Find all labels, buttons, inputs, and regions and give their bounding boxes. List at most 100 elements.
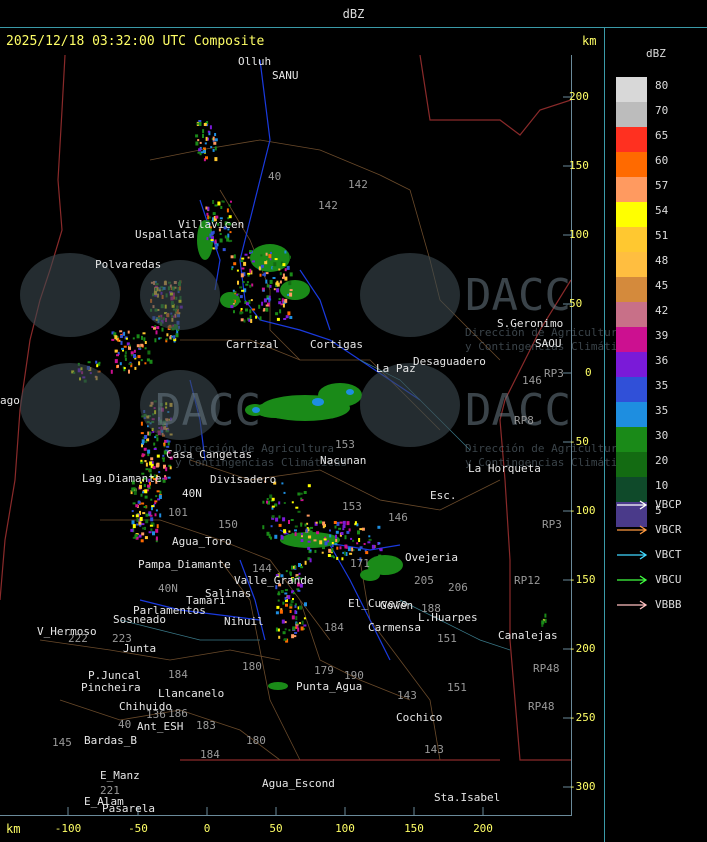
echo-pixel	[259, 273, 262, 277]
echo-pixel	[313, 539, 317, 542]
echo-pixel	[289, 255, 291, 259]
x-tick: 150	[404, 822, 424, 835]
echo-pixel	[145, 440, 148, 443]
echo-pixel	[358, 538, 361, 542]
echo-pixel	[140, 432, 144, 435]
echo-pixel	[137, 500, 141, 504]
echo-pixel	[139, 484, 142, 489]
echo-pixel	[131, 487, 135, 492]
echo-pixel	[294, 603, 297, 606]
echo-pixel	[329, 534, 332, 538]
echo-pixel	[230, 305, 234, 309]
echo-pixel	[283, 502, 286, 504]
echo-pixel	[136, 523, 139, 526]
echo-pixel	[96, 364, 99, 368]
echo-pixel	[340, 532, 344, 535]
echo-pixel	[283, 529, 287, 534]
echo-pixel	[123, 345, 127, 348]
echo-pixel	[299, 622, 301, 625]
echo-pixel	[149, 524, 153, 527]
echo-pixel	[116, 354, 119, 357]
echo-pixel	[155, 536, 158, 541]
echo-pixel	[280, 303, 283, 306]
echo-pixel	[145, 462, 148, 467]
echo-pixel	[284, 589, 288, 592]
radar-arrow-icon	[617, 600, 648, 610]
echo-pixel	[260, 264, 264, 268]
echo-pixel	[199, 141, 202, 144]
echo-pixel	[145, 468, 149, 471]
place-label: Cochico	[396, 711, 443, 724]
echo-pixel	[352, 539, 355, 542]
echo-pixel	[205, 206, 208, 210]
echo-pixel	[299, 605, 302, 610]
echo-pixel	[278, 501, 281, 505]
echo-pixel	[238, 300, 241, 303]
echo-pixel	[305, 528, 308, 533]
echo-pixel	[273, 288, 276, 291]
echo-pixel	[298, 539, 301, 542]
echo-pixel	[258, 304, 261, 309]
echo-pixel	[250, 319, 253, 323]
echo-pixel	[378, 554, 382, 559]
place-label: La Horqueta	[468, 462, 541, 475]
place-label: Sosneado	[113, 613, 166, 626]
route-label: RP3	[544, 367, 564, 380]
echo-pixel	[214, 133, 217, 136]
legend-swatch	[616, 352, 647, 377]
place-label: Agua_Escond	[262, 777, 335, 790]
echo-pixel	[231, 266, 234, 269]
echo-pixel	[283, 318, 287, 320]
place-label: Cortigas	[310, 338, 363, 351]
echo-pixel	[156, 490, 160, 493]
echo-pixel	[354, 521, 357, 525]
echo-pixel	[323, 538, 327, 541]
echo-pixel	[251, 260, 255, 263]
radar-label: VBCT	[655, 548, 682, 561]
echo-pixel	[282, 631, 286, 635]
echo-pixel	[150, 498, 153, 501]
place-label: Canalejas	[498, 629, 558, 642]
legend-swatch-label: 35	[655, 379, 669, 392]
echo-pixel	[150, 528, 153, 532]
radar-arrow-icon	[617, 500, 648, 510]
echo-pixel	[132, 337, 135, 340]
echo-pixel	[226, 237, 230, 242]
echo-pixel	[135, 504, 139, 508]
echo-pixel	[156, 524, 159, 529]
echo-pixel	[304, 523, 307, 527]
watermark-line1-2: Dirección de Agricultura	[465, 442, 624, 455]
echo-pixel	[226, 208, 229, 213]
echo-pixel	[263, 259, 267, 262]
echo-pixel	[250, 299, 253, 302]
echo-pixel	[154, 513, 157, 517]
echo-pixel	[198, 148, 202, 152]
echo-pixel	[132, 524, 136, 529]
echo-pixel	[151, 505, 155, 508]
echo-pixel	[130, 351, 134, 355]
echo-pixel	[120, 334, 124, 338]
echo-pixel	[300, 539, 304, 542]
echo-pixel	[240, 260, 244, 263]
echo-pixel	[148, 531, 152, 534]
echo-pixel	[300, 532, 303, 535]
echo-pixel	[282, 263, 286, 267]
echo-pixel	[295, 616, 298, 621]
place-label: Villavicen	[178, 218, 245, 231]
echo-pixel	[128, 362, 132, 365]
echo-pixel	[153, 326, 156, 330]
echo-pixel	[315, 521, 318, 524]
echo-pixel	[141, 523, 145, 526]
echo-pixel	[204, 142, 207, 145]
route-label: 153	[342, 500, 362, 513]
echo-pixel	[199, 153, 202, 156]
echo-pixel	[339, 546, 342, 550]
place-label: Llancanelo	[158, 687, 225, 700]
echo-pixel	[205, 156, 208, 160]
echo-pixel	[144, 341, 147, 344]
place-label: Agua_Toro	[172, 535, 232, 548]
echo-pixel	[268, 254, 272, 259]
echo-pixel	[167, 476, 171, 479]
echo-pixel	[335, 534, 337, 539]
echo-pixel	[282, 601, 285, 605]
